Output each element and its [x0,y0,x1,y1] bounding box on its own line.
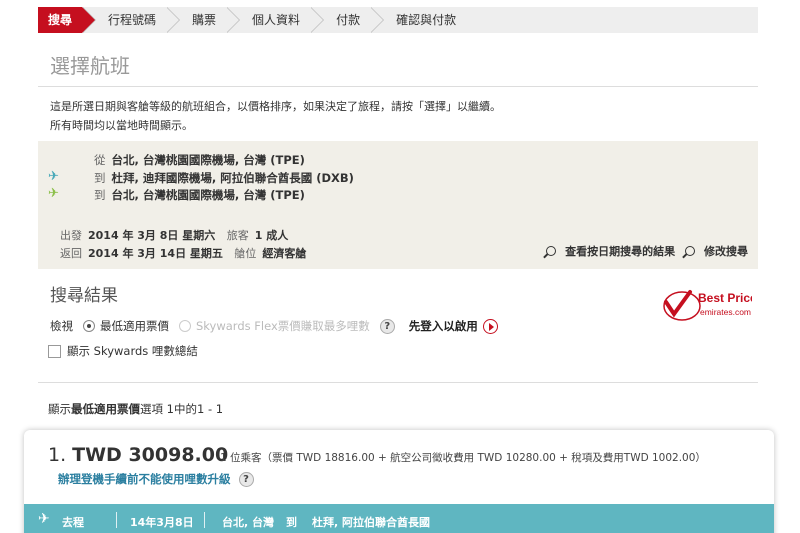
radio-lowest-fare[interactable] [83,320,95,332]
play-arrow-icon[interactable] [482,318,498,334]
step-label: 付款 [336,13,361,27]
step-label: 搜尋 [48,13,73,27]
fare-price: 1. TWD 30098.00 [48,444,229,466]
leg-to-word: 到 [286,516,297,529]
route-to-outbound: 到杜拜, 迪拜國際機場, 阿拉伯聯合酋長國 (DXB) [94,171,354,185]
leg-label: 去程 [62,516,84,529]
show-miles-checkbox[interactable] [48,344,61,358]
step-label: 行程號碼 [108,13,157,27]
route-from: 從台北, 台灣桃園國際機場, 台灣 (TPE) [94,153,305,167]
radio-skywards-flex[interactable] [179,320,191,332]
show-miles-option[interactable]: 顯示 Skywards 哩數總結 [48,343,198,359]
step-label: 個人資料 [252,13,301,27]
page-title: 選擇航班 [50,54,130,78]
step-confirm[interactable]: 確認與付款 [370,7,466,33]
intro-line: 所有時間均以當地時間顯示。 [50,119,193,132]
upgrade-warning: 辦理登機手續前不能使用哩數升級 ? [58,471,254,487]
radio-lowest-label: 最低適用票價 [100,319,169,333]
help-icon[interactable]: ? [379,318,395,334]
plane-icon: ✈ [38,511,50,527]
results-title: 搜尋結果 [50,286,118,306]
search-icon [685,246,695,256]
flight-option-card: 1. TWD 30098.00 1 位乘客（票價 TWD 18816.00 + 航… [24,430,774,533]
results-divider [38,382,758,383]
results-count: 顯示最低適用票價選項 1中的1 - 1 [48,402,224,416]
title-divider [38,86,758,87]
leg-date: 14年3月8日 [130,516,194,529]
progress-steps: 搜尋 行程號碼 購票 個人資料 付款 確認與付款 [38,7,758,33]
outbound-leg-bar[interactable]: ✈ 去程 14年3月8日 台北, 台灣 到 杜拜, 阿拉伯聯合酋長國 [24,504,774,533]
modify-search-link[interactable]: 修改搜尋 [685,245,748,258]
step-label: 確認與付款 [396,13,457,27]
route-to-return: 到台北, 台灣桃園國際機場, 台灣 (TPE) [94,188,305,202]
plane-return-icon: ✈ [48,186,59,201]
step-label: 購票 [192,13,217,27]
radio-skywards-label: Skywards Flex票價賺取最多哩數 [196,319,370,333]
search-links: 查看按日期搜尋的結果 修改搜尋 [540,243,748,259]
best-price-logo: Best Price emirates.com [663,290,752,321]
search-icon [546,246,557,256]
fare-breakdown: 1 位乘客（票價 TWD 18816.00 + 航空公司徵收費用 TWD 102… [220,452,706,464]
depart-info: 出發 2014 年 3月 8日 星期六 旅客 1 成人 [60,229,289,242]
view-by-date-link[interactable]: 查看按日期搜尋的結果 [546,245,675,258]
route-summary: 從台北, 台灣桃園國際機場, 台灣 (TPE) ✈ 到杜拜, 迪拜國際機場, 阿… [38,141,758,269]
plane-outbound-icon: ✈ [48,169,59,184]
leg-from: 台北, 台灣 [222,516,275,529]
step-search[interactable]: 搜尋 [38,7,97,33]
best-price-domain: emirates.com [700,307,751,317]
view-label: 檢視 [50,319,73,333]
best-price-text: Best Price [698,291,752,305]
return-info: 返回 2014 年 3月 14日 星期五 艙位 經濟客艙 [60,247,307,260]
login-to-enable-link[interactable]: 先登入以啟用 [409,318,478,334]
help-icon[interactable]: ? [238,471,254,487]
fare-view-filter: 檢視 最低適用票價 Skywards Flex票價賺取最多哩數 ? 先登入以啟用 [50,318,498,334]
leg-to: 杜拜, 阿拉伯聯合酋長國 [312,516,431,529]
show-miles-label: 顯示 Skywards 哩數總結 [67,344,198,358]
intro-text: 這是所選日期與客艙等級的航班組合，以價格排序，如果決定了旅程，請按「選擇」以繼續… [50,97,501,135]
booking-page: 搜尋 行程號碼 購票 個人資料 付款 確認與付款 選擇航班 這是所選日期與客艙等… [0,0,800,533]
intro-line: 這是所選日期與客艙等級的航班組合，以價格排序，如果決定了旅程，請按「選擇」以繼續… [50,100,501,113]
